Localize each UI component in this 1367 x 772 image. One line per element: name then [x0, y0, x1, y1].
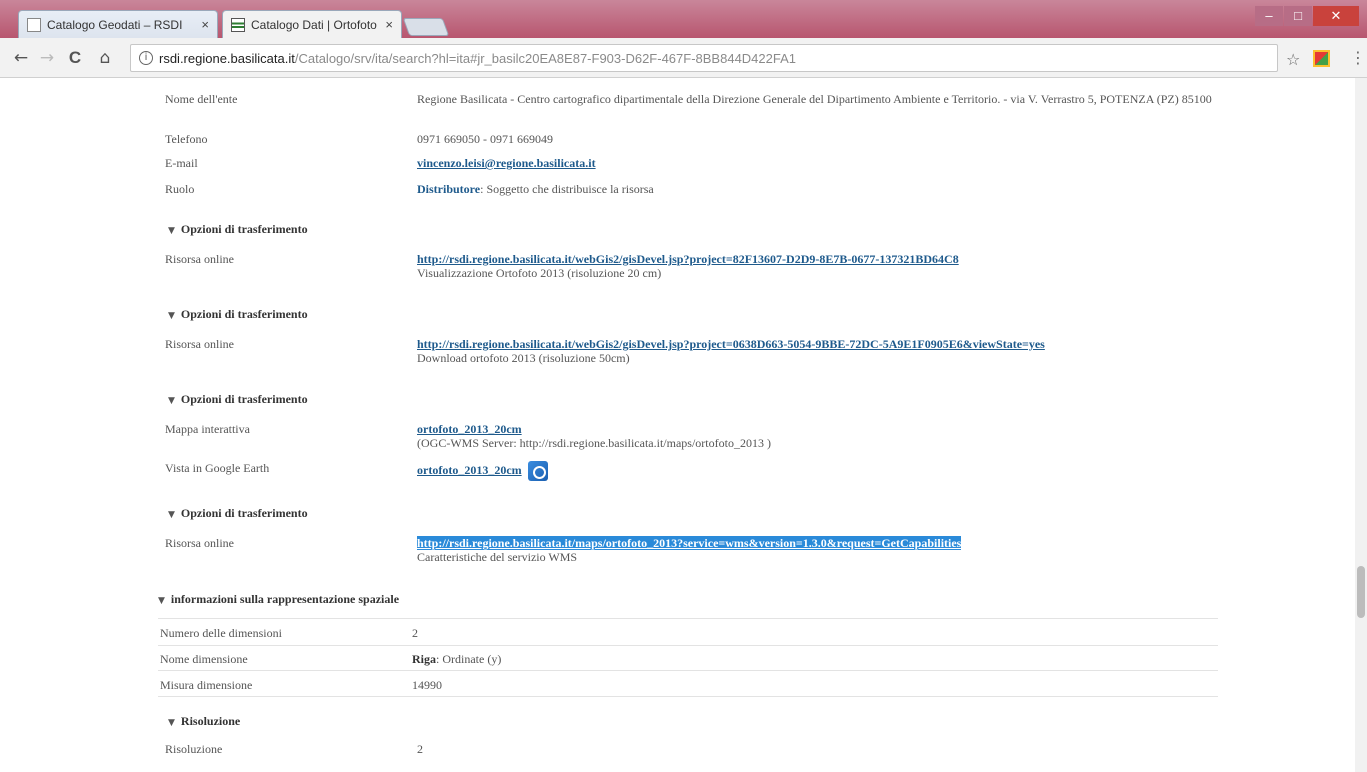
caret-down-icon: ▼: [168, 226, 175, 236]
wms-server-description: (OGC-WMS Server: http://rsdi.regione.bas…: [417, 436, 771, 450]
resource-description: Caratteristiche del servizio WMS: [417, 550, 578, 564]
email-link[interactable]: vincenzo.leisi@regione.basilicata.it: [417, 156, 596, 170]
field-value: 2: [417, 742, 423, 756]
caret-down-icon: ▼: [168, 396, 175, 406]
field-label: Risorsa online: [165, 252, 234, 266]
resource-link[interactable]: http://rsdi.regione.basilicata.it/webGis…: [417, 337, 1045, 351]
tab-catalogo-geodati[interactable]: Catalogo Geodati – RSDI ×: [18, 10, 218, 38]
dimension-description: : Ordinate (y): [436, 652, 502, 666]
field-label: Vista in Google Earth: [165, 461, 270, 475]
reload-icon[interactable]: C: [64, 47, 86, 69]
site-info-icon[interactable]: i: [139, 51, 153, 65]
field-label: Risoluzione: [165, 742, 223, 756]
tab-close-icon[interactable]: ×: [385, 17, 393, 32]
browser-title-bar: Catalogo Geodati – RSDI × Catalogo Dati …: [0, 0, 1367, 38]
dimension-name: Riga: [412, 652, 436, 666]
field-label: Nome dell'ente: [165, 92, 238, 106]
field-value: ortofoto_2013_20cm: [417, 461, 1217, 481]
map-link[interactable]: ortofoto_2013_20cm: [417, 422, 522, 436]
menu-icon[interactable]: ⋮: [1350, 48, 1366, 67]
field-label: Nome dimensione: [160, 652, 248, 666]
site-flag-icon: [231, 17, 245, 32]
back-icon[interactable]: ←: [10, 47, 32, 69]
address-bar[interactable]: i rsdi.regione.basilicata.it /Catalogo/s…: [130, 44, 1278, 72]
browser-toolbar: ← → C ⌂ i rsdi.regione.basilicata.it /Ca…: [0, 38, 1367, 78]
field-value: http://rsdi.regione.basilicata.it/webGis…: [417, 252, 1217, 280]
minimize-button[interactable]: –: [1255, 6, 1283, 26]
resource-link[interactable]: http://rsdi.regione.basilicata.it/maps/o…: [417, 536, 962, 550]
url-host: rsdi.regione.basilicata.it: [159, 50, 295, 66]
field-value: ortofoto_2013_20cm (OGC-WMS Server: http…: [417, 422, 1217, 450]
url-path: /Catalogo/srv/ita/search?hl=ita#jr_basil…: [294, 50, 797, 66]
role-description: : Soggetto che distribuisce la risorsa: [480, 182, 654, 196]
field-value: 2: [412, 626, 418, 640]
bookmark-star-icon[interactable]: ☆: [1286, 50, 1300, 69]
metadata-page: Nome dell'ente Regione Basilicata - Cent…: [0, 78, 1367, 772]
field-label: Risorsa online: [165, 536, 234, 550]
section-header-transfer-options[interactable]: ▼ Opzioni di trasferimento: [168, 222, 308, 237]
google-earth-link[interactable]: ortofoto_2013_20cm: [417, 463, 522, 477]
forward-icon[interactable]: →: [36, 47, 58, 69]
divider: [158, 670, 1218, 671]
section-title: Opzioni di trasferimento: [180, 307, 308, 321]
field-label: Telefono: [165, 132, 208, 146]
section-title: Opzioni di trasferimento: [180, 506, 308, 520]
resource-link[interactable]: http://rsdi.regione.basilicata.it/webGis…: [417, 252, 959, 266]
field-label: E-mail: [165, 156, 198, 170]
section-title: informazioni sulla rappresentazione spaz…: [170, 592, 400, 606]
section-header-spatial-representation[interactable]: ▼ informazioni sulla rappresentazione spa…: [158, 592, 399, 607]
section-title: Opzioni di trasferimento: [180, 392, 308, 406]
divider: [158, 696, 1218, 697]
resource-description: Visualizzazione Ortofoto 2013 (risoluzio…: [417, 266, 662, 280]
section-title: Opzioni di trasferimento: [180, 222, 308, 236]
scrollbar-thumb[interactable]: [1357, 566, 1365, 618]
field-label: Numero delle dimensioni: [160, 626, 282, 640]
section-header-resolution[interactable]: ▼ Risoluzione: [168, 714, 240, 729]
divider: [158, 618, 1218, 619]
caret-down-icon: ▼: [158, 596, 165, 606]
tab-close-icon[interactable]: ×: [201, 17, 209, 32]
field-value: http://rsdi.regione.basilicata.it/maps/o…: [417, 536, 1217, 564]
section-header-transfer-options[interactable]: ▼ Opzioni di trasferimento: [168, 307, 308, 322]
document-icon: [27, 17, 41, 32]
section-header-transfer-options[interactable]: ▼ Opzioni di trasferimento: [168, 392, 308, 407]
close-window-button[interactable]: ✕: [1313, 6, 1359, 26]
maximize-button[interactable]: □: [1284, 6, 1312, 26]
field-value: vincenzo.leisi@regione.basilicata.it: [417, 156, 1217, 170]
caret-down-icon: ▼: [168, 510, 175, 520]
divider: [158, 645, 1218, 646]
caret-down-icon: ▼: [168, 718, 175, 728]
tab-catalogo-dati[interactable]: Catalogo Dati | Ortofoto ×: [222, 10, 402, 38]
field-value: http://rsdi.regione.basilicata.it/webGis…: [417, 337, 1217, 365]
field-label: Misura dimensione: [160, 678, 253, 692]
section-title: Risoluzione: [180, 714, 241, 728]
field-label: Mappa interattiva: [165, 422, 250, 436]
extension-icon[interactable]: [1313, 50, 1330, 67]
role-name: Distributore: [417, 182, 481, 196]
section-header-transfer-options[interactable]: ▼ Opzioni di trasferimento: [168, 506, 308, 521]
field-value: Riga: Ordinate (y): [412, 652, 1212, 666]
field-value: 14990: [412, 678, 442, 692]
window-controls: – □ ✕: [1255, 6, 1359, 26]
field-value: Regione Basilicata - Centro cartografico…: [417, 92, 1212, 106]
caret-down-icon: ▼: [168, 311, 175, 321]
field-value: Distributore: Soggetto che distribuisce …: [417, 182, 1217, 196]
field-label: Ruolo: [165, 182, 195, 196]
page-scrollbar[interactable]: [1355, 78, 1367, 772]
home-icon[interactable]: ⌂: [94, 47, 116, 69]
new-tab-button[interactable]: [402, 18, 450, 36]
field-value: 0971 669050 - 0971 669049: [417, 132, 553, 146]
google-earth-icon[interactable]: [527, 461, 548, 481]
tab-title: Catalogo Geodati – RSDI: [47, 17, 183, 32]
tab-title: Catalogo Dati | Ortofoto: [251, 17, 377, 32]
resource-description: Download ortofoto 2013 (risoluzione 50cm…: [417, 351, 630, 365]
field-label: Risorsa online: [165, 337, 234, 351]
